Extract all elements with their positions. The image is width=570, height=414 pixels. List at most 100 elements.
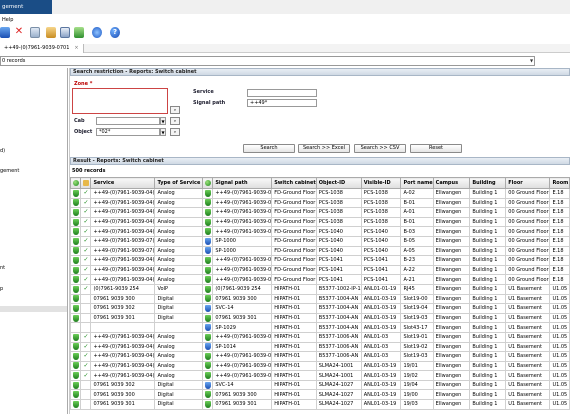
table-row[interactable]: ✓ ++49-(0)7961-9039-07(Analog SP-1000 FD-Gr… bbox=[70, 245, 570, 257]
chevron-down-icon[interactable]: ▼ bbox=[160, 128, 166, 136]
col-header-room[interactable]: Room bbox=[549, 177, 570, 189]
col-header-switch-cabinet[interactable]: Switch cabinet bbox=[271, 177, 317, 189]
search-button[interactable]: Search bbox=[243, 144, 295, 153]
zone-search-button[interactable]: ⌕ bbox=[170, 106, 180, 114]
refresh-icon[interactable] bbox=[92, 27, 102, 38]
cell-building: Building 1 bbox=[469, 331, 507, 343]
table-row[interactable]: ✓ ++49-(0)7961-9039-04(Analog ++49-(0)7961… bbox=[70, 197, 570, 209]
cell-signal-path: SVC-14 bbox=[212, 379, 273, 391]
cell-switch-cabinet: HIPATH-01 bbox=[271, 360, 317, 372]
cell-floor: U1 Basement bbox=[505, 370, 551, 381]
cell-lock: ✓ bbox=[80, 360, 92, 372]
col-header-campus[interactable]: Campus bbox=[432, 177, 471, 189]
table-row[interactable]: 07961 9039 301 Digital 07961 9039 301 HIPAT… bbox=[70, 399, 570, 410]
table-row[interactable]: ✓ ++49-(0)7961-9039-04(Analog ++49-(0)7961… bbox=[70, 274, 570, 285]
cell-room: E.18 bbox=[549, 245, 570, 257]
col-header-visible-id[interactable]: Visible-ID bbox=[360, 177, 402, 189]
document-icon[interactable] bbox=[60, 27, 70, 38]
col-header-status[interactable] bbox=[202, 177, 214, 189]
col-header-object-id[interactable]: Object-ID bbox=[315, 177, 362, 189]
close-icon[interactable]: × bbox=[74, 45, 78, 51]
network-icon[interactable] bbox=[74, 27, 84, 38]
search-excel-button[interactable]: Search >> Excel bbox=[298, 144, 350, 153]
shield-icon bbox=[73, 333, 79, 341]
cab-input[interactable] bbox=[96, 117, 160, 125]
cell-switch-cabinet: HIPATH-01 bbox=[271, 283, 317, 295]
cell-type: Digital bbox=[154, 399, 204, 410]
cell-room: U1.05 bbox=[549, 389, 570, 401]
col-header-lock[interactable] bbox=[80, 177, 92, 189]
cell-type: Analog bbox=[154, 245, 204, 257]
table-row[interactable]: 07961 9039 302 Digital SVC-14 HIPATH-01 SLMA… bbox=[70, 379, 570, 391]
nav-item[interactable]: gement bbox=[0, 168, 19, 174]
status-icon bbox=[205, 179, 212, 186]
chevron-down-icon[interactable]: ▼ bbox=[528, 57, 535, 65]
cell-building: Building 1 bbox=[469, 293, 507, 305]
table-row[interactable]: ✓ ++49-(0)7961-9039-04(Analog ++49-(0)7961… bbox=[70, 264, 570, 276]
table-row[interactable]: ✓ ++49-(0)7961-9039-04(Analog ++49-(0)7961… bbox=[70, 207, 570, 218]
nav-item[interactable]: nt bbox=[0, 265, 5, 271]
table-row[interactable]: ✓ ++49-(0)7961-9039-04(Analog ++49-(0)7961… bbox=[70, 188, 570, 199]
col-header-building[interactable]: Building bbox=[469, 177, 507, 189]
new-icon[interactable] bbox=[0, 27, 10, 38]
cell-floor: U1 Basement bbox=[505, 303, 551, 314]
menu-help[interactable]: Help bbox=[0, 16, 13, 24]
cell-switch-cabinet: HIPATH-01 bbox=[271, 331, 317, 343]
nav-selected-row[interactable] bbox=[0, 306, 67, 312]
col-header-port-name[interactable]: Port name bbox=[400, 177, 434, 189]
table-row[interactable]: ✓ (0)7961-9039 254 VoIP (0)7961-9039 254 HIP… bbox=[70, 283, 570, 295]
table-row[interactable]: ✓ ++49-(0)7961-9039-04(Analog ++49-(0)7961… bbox=[70, 255, 570, 266]
search-csv-button[interactable]: Search >> CSV bbox=[354, 144, 406, 153]
table-row[interactable]: ✓ ++49-(0)7961-9039-04(Analog ++49-(0)7961… bbox=[70, 370, 570, 381]
cell-signal-path: 07961 9039 300 bbox=[212, 293, 273, 305]
status-shield-icon bbox=[205, 276, 212, 284]
cab-search-button[interactable]: ⌕ bbox=[170, 117, 180, 125]
service-input[interactable] bbox=[247, 89, 317, 97]
col-header-type[interactable]: Type of Service bbox=[154, 177, 204, 189]
nav-item[interactable]: d) bbox=[0, 148, 5, 154]
col-header-network[interactable] bbox=[70, 177, 82, 189]
shield-icon bbox=[73, 295, 79, 303]
table-row[interactable]: SP-1029 HIPATH-01 B5377-1004-AN ANL01-03-19… bbox=[70, 322, 570, 333]
signal-path-input[interactable]: ++49* bbox=[247, 99, 317, 107]
check-icon: ✓ bbox=[83, 275, 89, 283]
col-header-service[interactable]: Service bbox=[90, 177, 156, 189]
cell-service: 07961 9039 302 bbox=[90, 379, 156, 391]
table-row[interactable]: ✓ ++49-(0)7961-9039-04(Analog SP-1014 HIPAT… bbox=[70, 341, 570, 353]
check-icon: ✓ bbox=[83, 246, 89, 254]
cell-network bbox=[70, 255, 82, 266]
cell-object-id: PCS-1041 bbox=[315, 274, 362, 285]
object-input[interactable]: *02* bbox=[96, 128, 160, 136]
records-dropdown[interactable]: 0 records bbox=[0, 56, 535, 66]
edit-icon[interactable] bbox=[46, 27, 56, 38]
table-row[interactable]: 07961 9039 300 Digital 07961 9039 300 HIPAT… bbox=[70, 389, 570, 401]
nav-item[interactable]: p bbox=[0, 286, 3, 292]
table-row[interactable]: ✓ ++49-(0)7961-9039-07(Analog SP-1000 FD-Gr… bbox=[70, 235, 570, 247]
table-row[interactable]: 07961 9039 300 Digital 07961 9039 300 HIPAT… bbox=[70, 293, 570, 305]
cell-floor: U1 Basement bbox=[505, 322, 551, 333]
help-icon[interactable]: ? bbox=[110, 27, 120, 38]
cell-object-id: PCS-1041 bbox=[315, 264, 362, 276]
chevron-down-icon[interactable]: ▼ bbox=[160, 117, 166, 125]
cell-object-id: B5377-1004-AN bbox=[315, 312, 362, 324]
table-row[interactable]: ✓ ++49-(0)7961-9039-04(Analog ++49-(0)7961… bbox=[70, 331, 570, 343]
col-header-signal-path[interactable]: Signal path bbox=[212, 177, 273, 189]
cell-visible-id: PCS-1041 bbox=[360, 274, 402, 285]
table-row[interactable]: 07961 9039 302 Digital SVC-14 HIPATH-01 B537… bbox=[70, 303, 570, 314]
zone-field[interactable] bbox=[72, 88, 168, 114]
tab-record[interactable]: ++49-(0)7961-9039-0701 × bbox=[0, 44, 84, 53]
col-header-floor[interactable]: Floor bbox=[505, 177, 551, 189]
window-icon[interactable] bbox=[30, 27, 40, 38]
object-search-button[interactable]: ⌕ bbox=[170, 128, 180, 136]
table-row[interactable]: ✓ ++49-(0)7961-9039-04(Analog ++49-(0)7961… bbox=[70, 360, 570, 372]
check-icon: ✓ bbox=[83, 189, 89, 197]
table-row[interactable]: 07961 9039 301 Digital 07961 9039 301 HIPAT… bbox=[70, 312, 570, 324]
cell-visible-id: PCS-1038 bbox=[360, 207, 402, 218]
table-row[interactable]: ✓ ++49-(0)7961-9039-04(Analog ++49-(0)7961… bbox=[70, 351, 570, 362]
cell-floor: 00 Ground Floor bbox=[505, 226, 551, 237]
delete-icon[interactable]: ✕ bbox=[14, 27, 24, 38]
reset-button[interactable]: Reset bbox=[410, 144, 462, 153]
cell-floor: U1 Basement bbox=[505, 351, 551, 362]
table-row[interactable]: ✓ ++49-(0)7961-9039-04(Analog ++49-(0)7961… bbox=[70, 226, 570, 237]
table-row[interactable]: ✓ ++49-(0)7961-9039-04(Analog ++49-(0)7961… bbox=[70, 216, 570, 228]
